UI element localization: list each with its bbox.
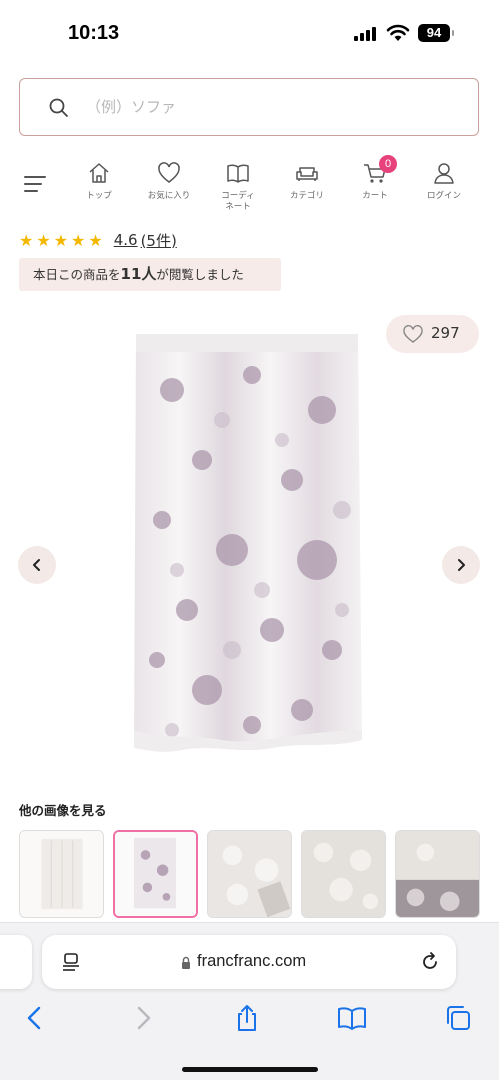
nav-label-cart: カート (362, 191, 388, 201)
thumbnail-strip (19, 830, 499, 920)
status-time: 10:13 (68, 22, 120, 44)
thumbnail-4[interactable] (301, 830, 386, 918)
bookmarks-icon (338, 1007, 366, 1030)
battery-icon: 94 (418, 24, 454, 42)
nav-item-favorites[interactable]: お気に入り (139, 160, 199, 220)
search-input[interactable] (86, 93, 456, 121)
nav-item-coordinate[interactable]: コーディネート (208, 160, 268, 220)
nav-item-category[interactable]: カテゴリ (277, 160, 337, 220)
viewers-suffix: が閲覧しました (156, 267, 244, 282)
thumbnail-3[interactable] (207, 830, 292, 918)
rating-value[interactable]: 4.6 (114, 231, 138, 249)
viewers-prefix: 本日この商品を (33, 267, 121, 282)
nav-label-login: ログイン (426, 191, 461, 201)
viewers-banner: 本日この商品を11人が閲覧しました (19, 258, 281, 291)
heart-icon (158, 162, 180, 183)
nav-item-top[interactable]: トップ (69, 160, 129, 220)
bookmarks-button[interactable] (337, 1003, 367, 1033)
rating-stars: ★★★★★ (19, 230, 106, 250)
nav-label-favorites: お気に入り (147, 191, 191, 201)
prev-image-button[interactable] (18, 546, 56, 584)
share-icon (238, 1005, 256, 1031)
thumbnail-1[interactable] (19, 830, 104, 918)
reload-icon[interactable] (419, 951, 441, 973)
product-main-image (134, 334, 362, 752)
search-icon (49, 98, 68, 117)
hamburger-menu-icon[interactable] (24, 174, 46, 194)
chevron-left-icon (27, 1006, 41, 1030)
thumbnail-5[interactable] (395, 830, 480, 918)
chevron-right-icon (458, 559, 465, 571)
search-box[interactable] (19, 78, 479, 136)
back-button[interactable] (20, 1003, 50, 1033)
viewers-count: 11人 (120, 265, 157, 283)
address-bar[interactable]: francfranc.com (42, 935, 456, 989)
nav-label-top: トップ (86, 191, 112, 201)
nav-item-cart[interactable]: 0 カート (345, 155, 405, 220)
home-indicator (182, 1067, 318, 1072)
previous-tab-preview[interactable] (0, 935, 32, 989)
url-text: francfranc.com (197, 952, 307, 970)
browser-toolbar: francfranc.com (0, 922, 499, 1080)
thumbnail-2[interactable] (113, 830, 198, 918)
status-bar: 10:13 94 (0, 0, 499, 70)
user-icon (434, 163, 454, 184)
sofa-icon (296, 167, 318, 181)
lock-icon (182, 956, 190, 969)
nav-item-login[interactable]: ログイン (414, 160, 474, 220)
book-icon (227, 164, 249, 183)
next-image-button[interactable] (442, 546, 480, 584)
nav-label-coordinate: コーディネート (221, 191, 255, 212)
nav-label-category: カテゴリ (289, 191, 324, 201)
tabs-icon (447, 1006, 470, 1030)
more-images-title: 他の画像を見る (19, 803, 107, 818)
tabs-button[interactable] (443, 1003, 473, 1033)
review-count-link[interactable]: (5件) (141, 230, 177, 251)
signal-icon (354, 27, 380, 41)
chevron-left-icon (33, 559, 40, 571)
like-button[interactable]: 297 (386, 315, 479, 353)
cart-count-badge: 0 (379, 155, 397, 173)
reader-mode-icon[interactable] (62, 952, 82, 972)
home-icon (89, 163, 109, 183)
heart-icon (403, 324, 423, 343)
chevron-right-icon (137, 1006, 151, 1030)
forward-button[interactable] (128, 1003, 158, 1033)
header-nav: トップ お気に入り コーディネート カテゴリ 0 カート ログイン (0, 150, 499, 220)
like-count: 297 (431, 324, 460, 342)
product-rating: ★★★★★ 4.6 (5件) (19, 229, 177, 251)
share-button[interactable] (232, 1003, 262, 1033)
wifi-icon (386, 24, 410, 41)
